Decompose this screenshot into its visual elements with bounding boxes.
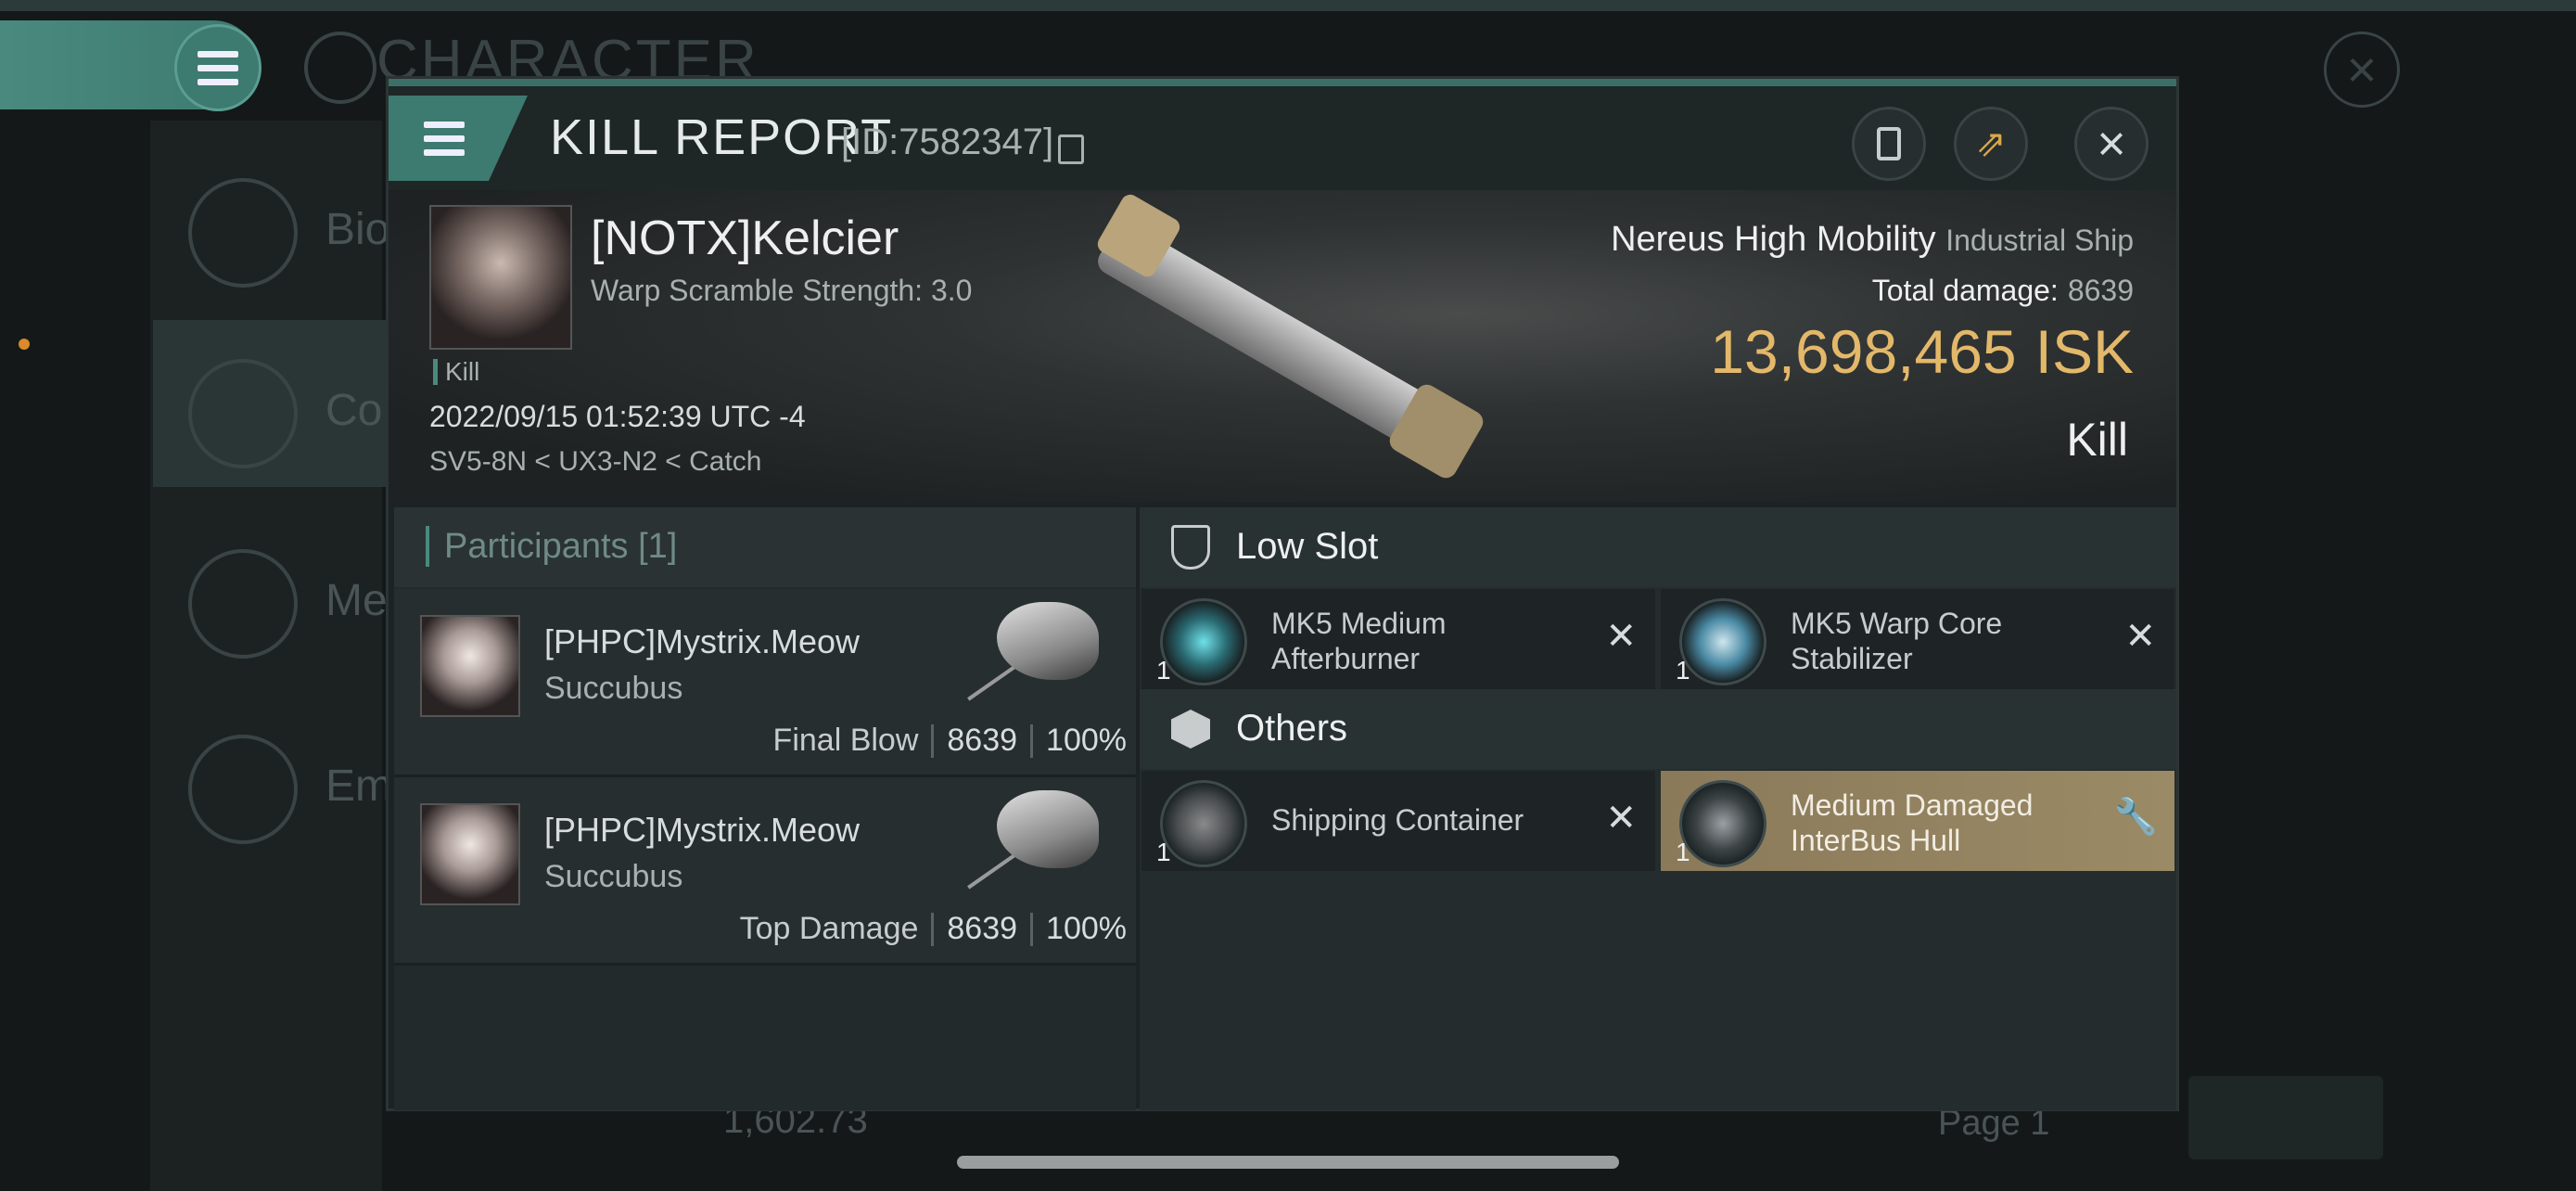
sidebar-item-label: Bio bbox=[325, 205, 390, 254]
participant-name: [PHPC]Mystrix.Meow bbox=[544, 622, 861, 660]
participant-ship: Succubus bbox=[544, 859, 683, 894]
section-header-others: Others bbox=[1140, 689, 2176, 769]
divider bbox=[1030, 913, 1034, 946]
isk-amount: 13,698,465 bbox=[1710, 317, 2017, 386]
participant-damage: 8639 bbox=[947, 723, 1018, 758]
menu-icon bbox=[424, 121, 465, 156]
destroyed-icon: ✕ bbox=[2124, 616, 2156, 657]
sidebar-item-label: Me bbox=[325, 576, 388, 625]
star-icon bbox=[188, 735, 298, 844]
kill-location: SV5-8N < UX3-N2 < Catch bbox=[429, 446, 762, 477]
isk-value: 13,698,465 ISK bbox=[1710, 316, 2134, 387]
ship-name-text: Nereus High Mobility bbox=[1611, 220, 1936, 259]
page-close-icon[interactable]: × bbox=[2324, 32, 2400, 108]
section-title: Others bbox=[1236, 708, 1348, 749]
main-menu-icon[interactable] bbox=[174, 24, 261, 111]
character-icon bbox=[304, 32, 376, 104]
clipboard-icon bbox=[1877, 127, 1901, 160]
kill-tag: Kill bbox=[433, 359, 479, 385]
participant-stats: Final Blow 8639 100% bbox=[773, 723, 1127, 759]
home-indicator[interactable] bbox=[957, 1156, 1619, 1169]
item-name: Medium Damaged InterBus Hull bbox=[1791, 788, 2034, 857]
close-icon: × bbox=[2097, 116, 2126, 172]
sidebar-item-bio[interactable]: Bio bbox=[153, 139, 394, 306]
participant-portrait bbox=[420, 803, 520, 905]
sidebar-item-employment[interactable]: Em bbox=[153, 696, 394, 863]
afterburner-icon bbox=[1160, 598, 1247, 685]
isk-currency: ISK bbox=[2034, 317, 2134, 386]
divider bbox=[1030, 724, 1034, 758]
sidebar-item-label: Co bbox=[325, 386, 383, 435]
list-icon bbox=[188, 178, 298, 288]
participants-panel: Participants [1] [PHPC]Mystrix.Meow Succ… bbox=[394, 507, 1136, 1110]
item-name: MK5 Medium Afterburner bbox=[1271, 607, 1447, 675]
container-icon bbox=[1160, 780, 1247, 867]
item-quantity: 1 bbox=[1156, 838, 1171, 866]
clipboard-button[interactable] bbox=[1852, 107, 1926, 181]
dialog-menu-button[interactable] bbox=[389, 96, 528, 181]
participants-header: Participants [1] bbox=[394, 507, 1136, 587]
participant-row[interactable]: [PHPC]Mystrix.Meow Succubus Top Damage 8… bbox=[394, 777, 1136, 966]
sidebar-item-combat[interactable]: Co bbox=[153, 320, 394, 487]
item-slot-dropped[interactable]: 1 Medium Damaged InterBus Hull 🔧 bbox=[1661, 771, 2174, 871]
participant-portrait bbox=[420, 615, 520, 717]
item-quantity: 1 bbox=[1676, 656, 1690, 685]
participant-row[interactable]: [PHPC]Mystrix.Meow Succubus Final Blow 8… bbox=[394, 589, 1136, 777]
participant-stats: Top Damage 8639 100% bbox=[740, 911, 1127, 947]
dialog-header: KILL REPORT [ID:7582347] ⇗ × bbox=[389, 86, 2176, 190]
crossed-swords-icon bbox=[188, 359, 298, 468]
kill-report-dialog: KILL REPORT [ID:7582347] ⇗ × [NOTX]Kelci… bbox=[386, 76, 2179, 1111]
kill-datetime: 2022/09/15 01:52:39 UTC -4 bbox=[429, 400, 806, 433]
sidebar-item-label: Em bbox=[325, 762, 392, 811]
copy-icon[interactable] bbox=[1058, 134, 1084, 164]
item-slot[interactable]: 1 MK5 Medium Afterburner ✕ bbox=[1141, 589, 1655, 689]
destroyed-icon: ✕ bbox=[1605, 616, 1637, 657]
item-quantity: 1 bbox=[1156, 656, 1171, 685]
participant-role: Top Damage bbox=[739, 911, 919, 946]
status-strip bbox=[0, 0, 2576, 11]
warp-core-stabilizer-icon bbox=[1679, 598, 1766, 685]
dialog-accent-bar bbox=[389, 79, 2176, 86]
total-damage: Total damage: 8639 bbox=[1872, 274, 2134, 308]
kill-result: Kill bbox=[2066, 414, 2128, 466]
divider bbox=[931, 724, 935, 758]
sidebar-item-medals[interactable]: Me bbox=[153, 510, 394, 677]
section-header-low-slot: Low Slot bbox=[1140, 507, 2176, 587]
cube-icon bbox=[1167, 704, 1214, 754]
participant-role: Final Blow bbox=[772, 723, 919, 758]
close-button[interactable]: × bbox=[2074, 107, 2149, 181]
victim-portrait[interactable] bbox=[429, 205, 572, 350]
ship-name: Nereus High Mobility Industrial Ship bbox=[1611, 220, 2134, 260]
hull-icon bbox=[1679, 780, 1766, 867]
ship-class: Industrial Ship bbox=[1945, 224, 2134, 257]
destroyed-icon: ✕ bbox=[1605, 798, 1637, 839]
participants-title: Participants [1] bbox=[426, 526, 677, 567]
victim-name[interactable]: [NOTX]Kelcier bbox=[591, 211, 899, 266]
filter-button[interactable] bbox=[2188, 1076, 2383, 1159]
wrench-icon: 🔧 bbox=[2113, 798, 2158, 837]
share-icon: ⇗ bbox=[1975, 123, 2007, 164]
warp-scramble-strength: Warp Scramble Strength: 3.0 bbox=[591, 274, 973, 307]
section-title: Low Slot bbox=[1236, 526, 1379, 567]
participant-percent: 100% bbox=[1046, 911, 1127, 946]
total-damage-label: Total damage: bbox=[1871, 274, 2059, 307]
item-name: MK5 Warp Core Stabilizer bbox=[1791, 607, 2003, 675]
participant-damage: 8639 bbox=[947, 911, 1018, 946]
item-slot[interactable]: 1 Shipping Container ✕ bbox=[1141, 771, 1655, 871]
divider bbox=[931, 913, 935, 946]
total-damage-value: 8639 bbox=[2067, 274, 2134, 307]
item-quantity: 1 bbox=[1676, 838, 1690, 866]
share-button[interactable]: ⇗ bbox=[1954, 107, 2028, 181]
fitting-panel: Low Slot 1 MK5 Medium Afterburner ✕ 1 MK… bbox=[1140, 507, 2176, 1110]
participant-percent: 100% bbox=[1046, 723, 1127, 758]
star-badge-icon bbox=[188, 549, 298, 659]
item-name: Shipping Container bbox=[1271, 803, 1524, 837]
shield-icon bbox=[1167, 522, 1214, 572]
victim-banner: [NOTX]Kelcier Warp Scramble Strength: 3.… bbox=[389, 190, 2176, 502]
notification-dot bbox=[19, 339, 30, 350]
item-slot[interactable]: 1 MK5 Warp Core Stabilizer ✕ bbox=[1661, 589, 2174, 689]
kill-id: [ID:7582347] bbox=[841, 122, 1054, 162]
participant-ship: Succubus bbox=[544, 671, 683, 706]
participant-name: [PHPC]Mystrix.Meow bbox=[544, 811, 861, 849]
